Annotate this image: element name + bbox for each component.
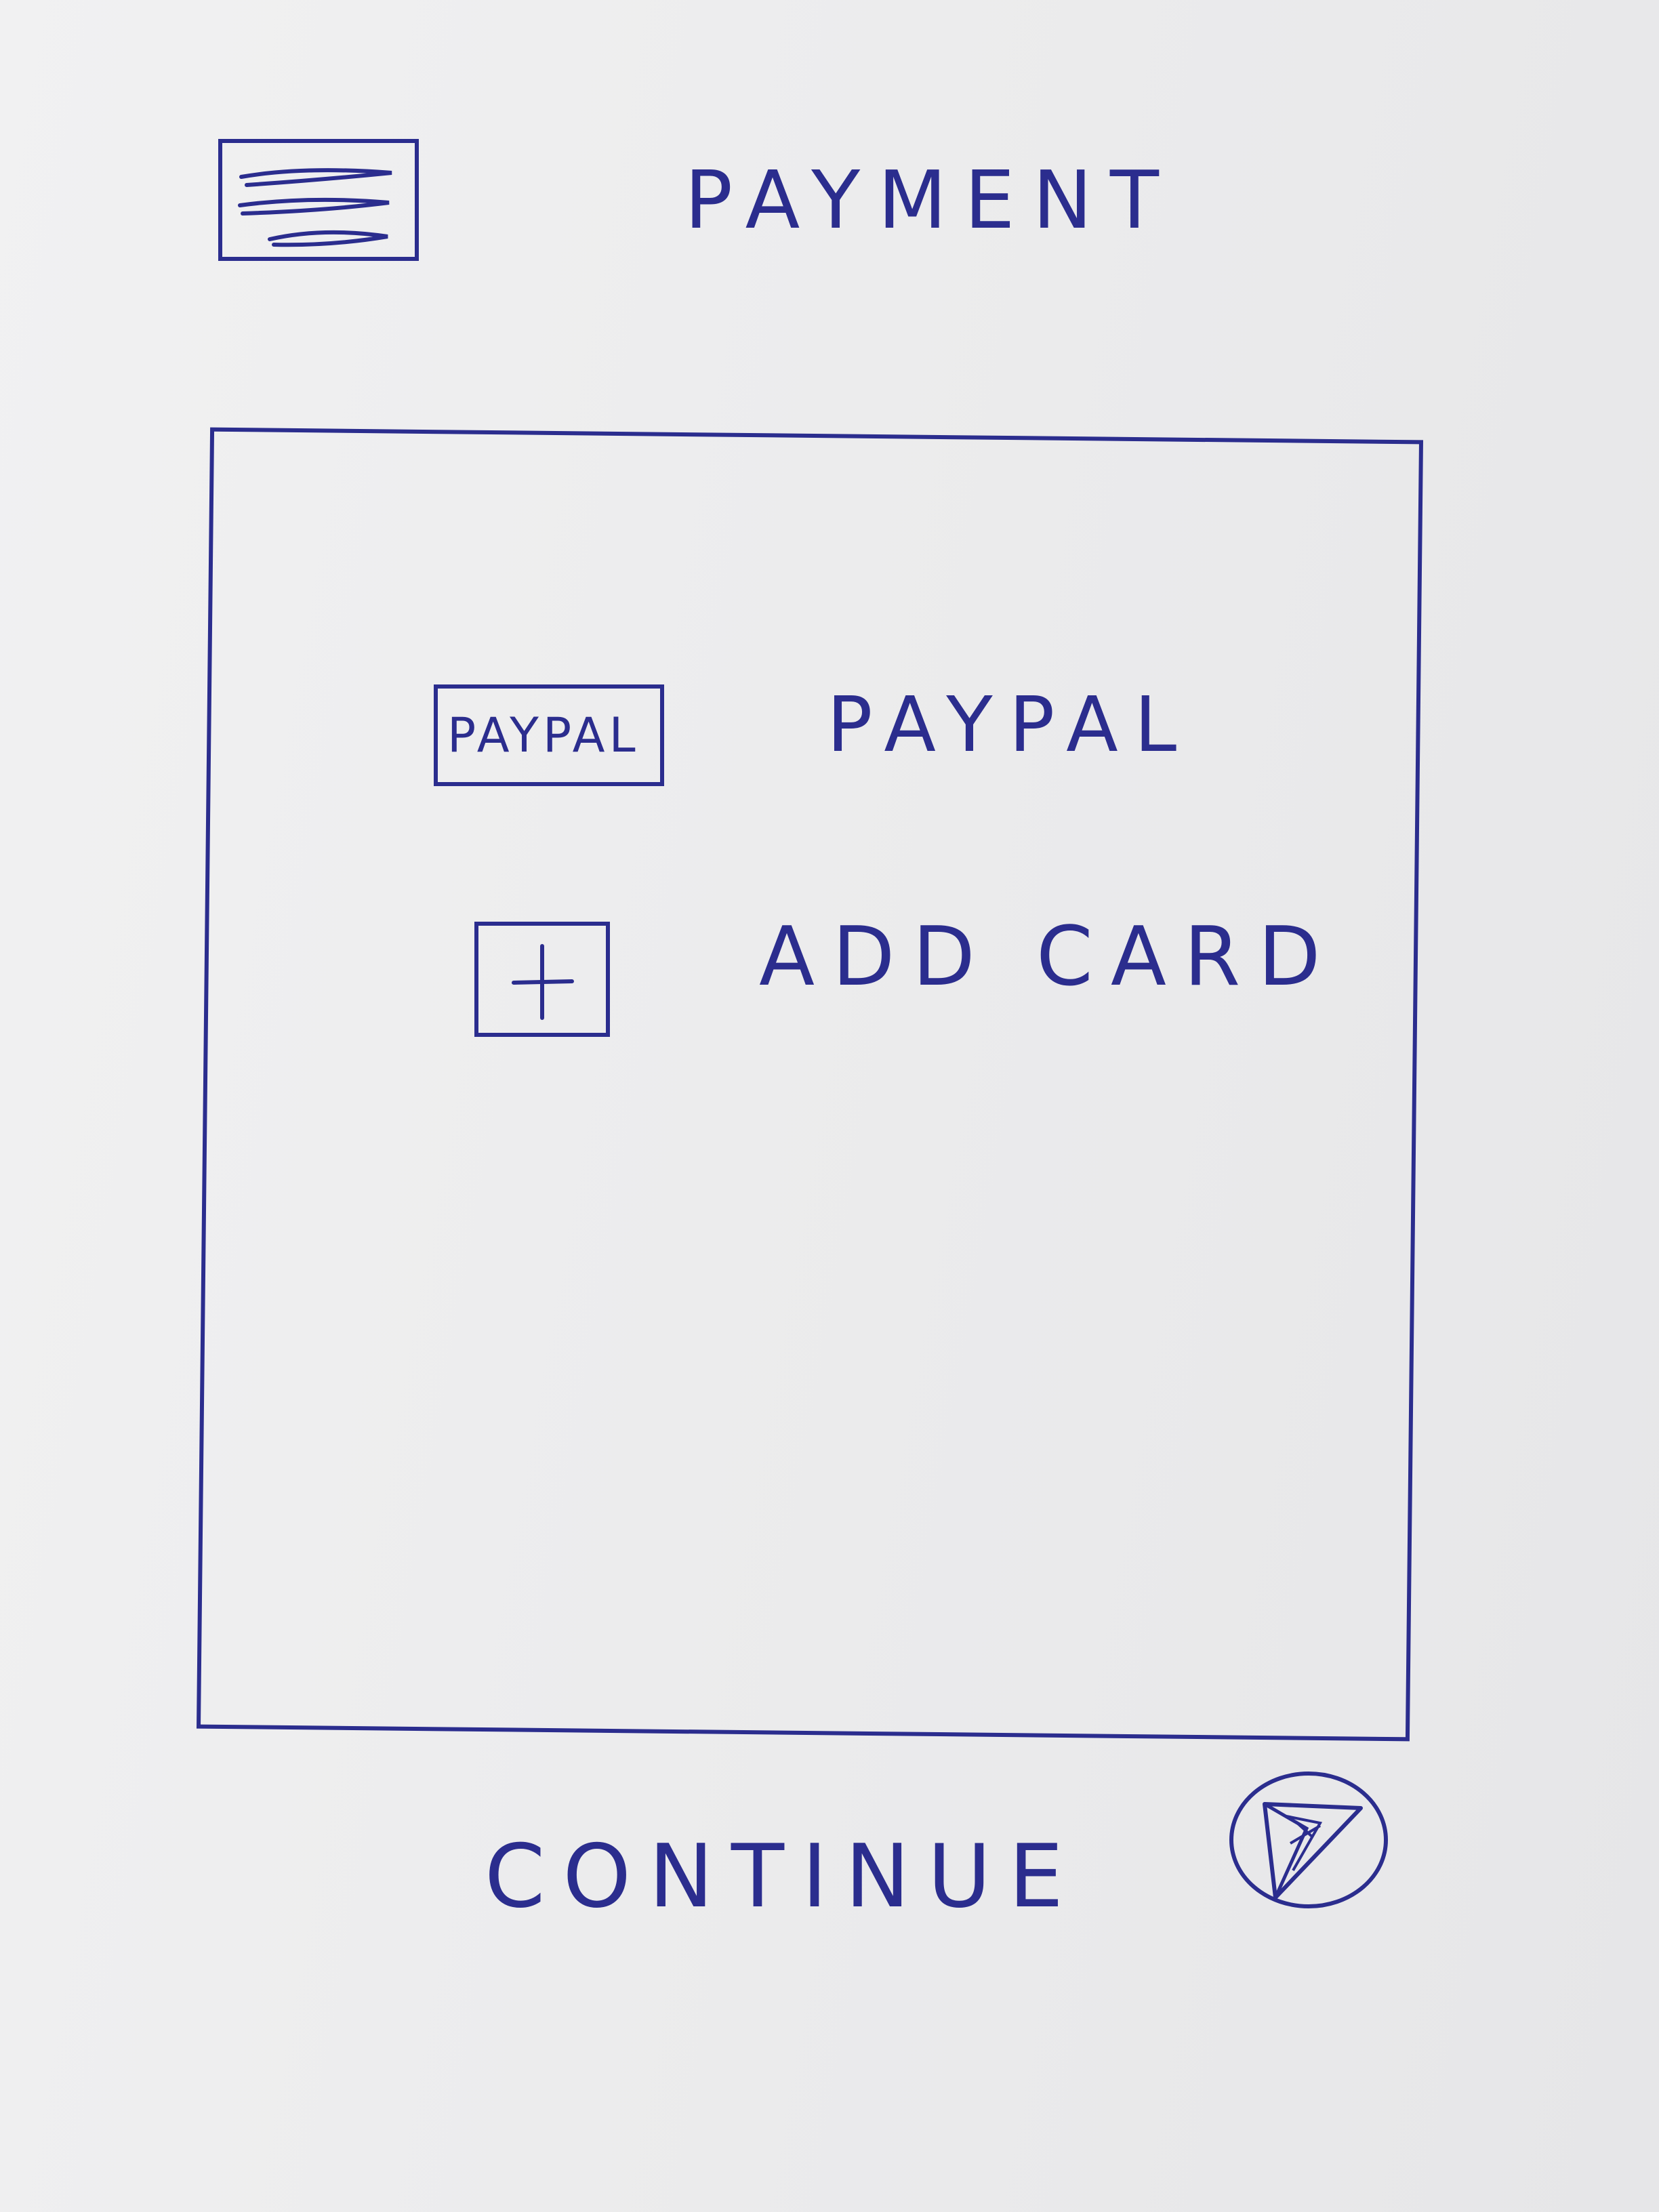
paypal-logo: PAYPAL xyxy=(434,684,664,786)
hamburger-menu-icon xyxy=(238,168,392,247)
hamburger-menu-button[interactable] xyxy=(218,139,419,261)
payment-option-paypal[interactable]: PAYPAL PAYPAL xyxy=(434,671,1179,806)
continue-button-label[interactable]: CONTINUE xyxy=(485,1823,1081,1931)
page-title: PAYMENT xyxy=(684,153,1176,247)
payment-option-label: ADD CARD xyxy=(759,910,1338,1004)
payment-options-panel xyxy=(196,427,1424,1742)
send-arrow-icon xyxy=(1229,1771,1388,1908)
paypal-logo-text: PAYPAL xyxy=(447,708,640,763)
payment-option-add-card[interactable]: ADD CARD xyxy=(474,908,1321,1044)
plus-icon xyxy=(474,922,610,1037)
payment-option-label: PAYPAL xyxy=(827,681,1193,769)
continue-button[interactable] xyxy=(1225,1769,1392,1911)
